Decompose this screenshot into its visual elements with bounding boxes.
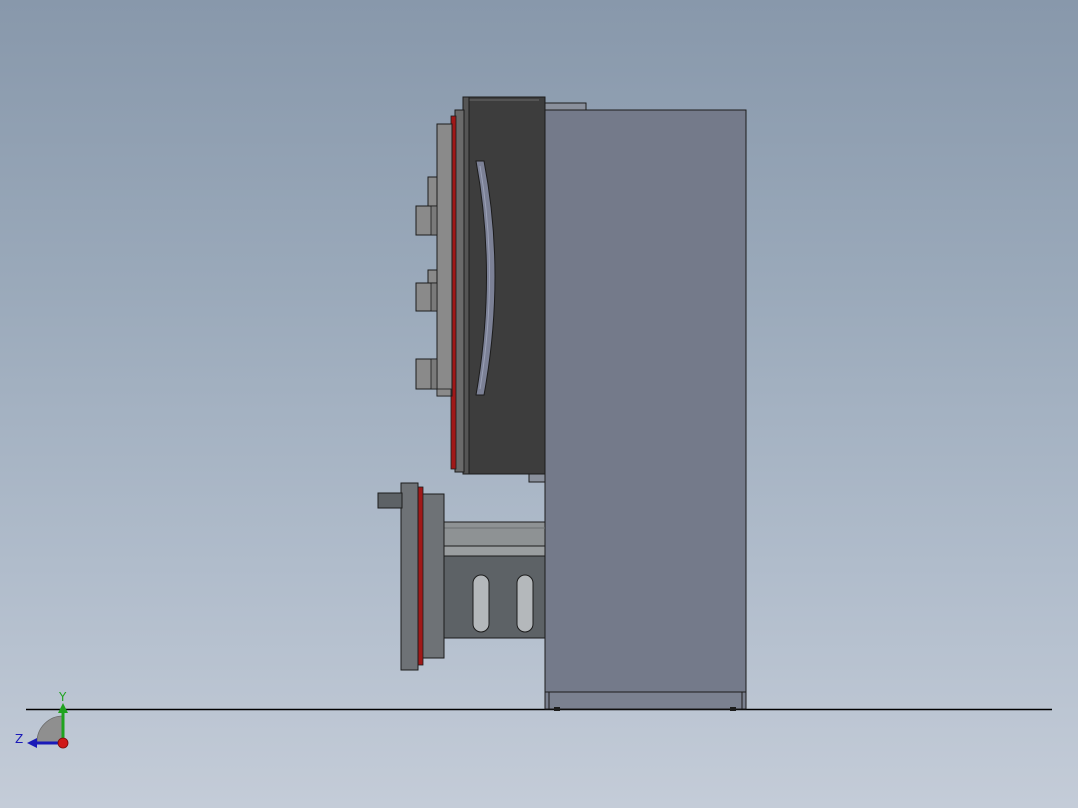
cad-viewport[interactable]: Y Z bbox=[0, 0, 1078, 808]
z-axis-label: Z bbox=[15, 732, 23, 746]
bracket-slot-left bbox=[472, 574, 490, 633]
coordinate-triad: Y Z bbox=[15, 690, 69, 749]
mounting-bracket[interactable] bbox=[377, 482, 546, 671]
y-axis-label: Y bbox=[58, 690, 67, 704]
x-axis-dot bbox=[57, 737, 69, 749]
model-view[interactable]: Y Z bbox=[0, 0, 1078, 808]
bracket-slot-right bbox=[516, 574, 534, 633]
cabinet-body[interactable] bbox=[544, 109, 747, 711]
pushbutton-top[interactable] bbox=[415, 176, 438, 236]
pushbutton-middle[interactable] bbox=[415, 269, 438, 312]
triad-arc bbox=[36, 715, 64, 743]
door-assembly[interactable] bbox=[436, 96, 546, 483]
